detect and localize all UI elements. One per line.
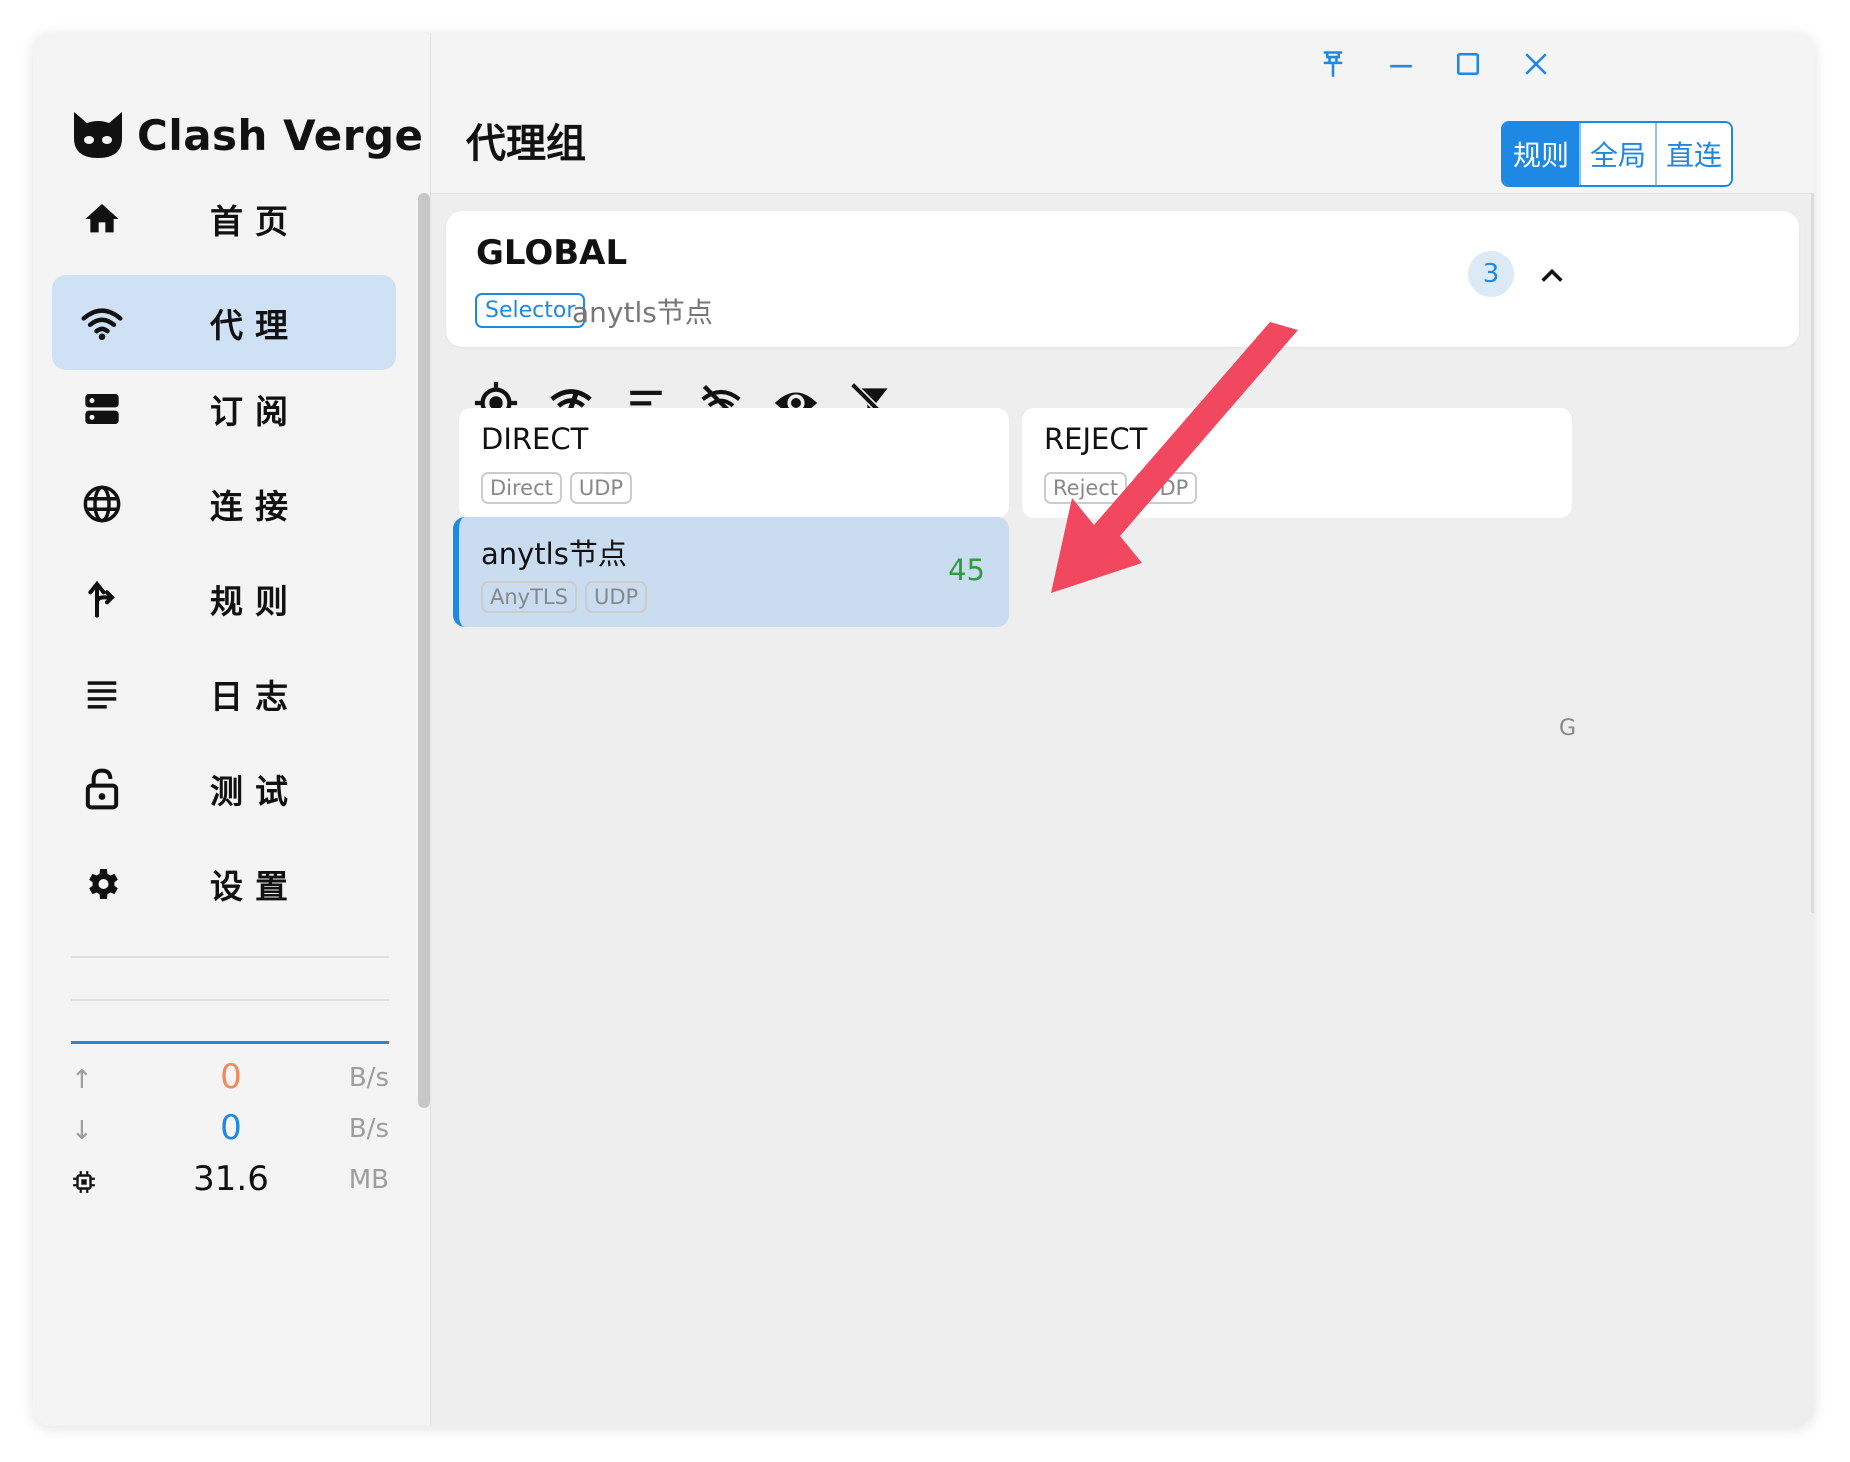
annotation-arrow [1051,322,1298,593]
